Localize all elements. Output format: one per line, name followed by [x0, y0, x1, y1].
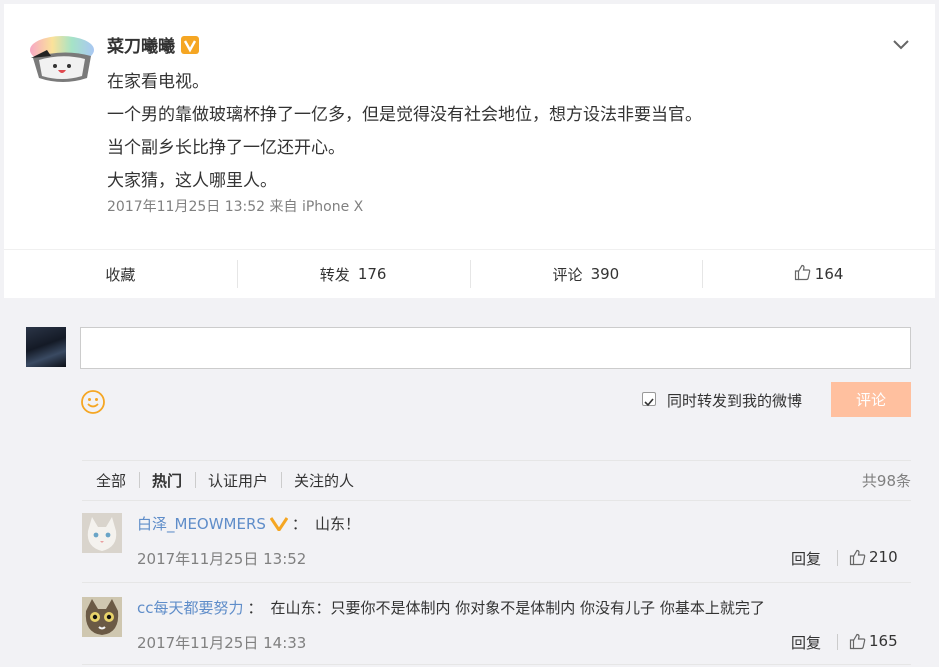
colon-separator: ：: [291, 515, 307, 533]
author-name-row: 菜刀曦曦: [107, 32, 199, 57]
chevron-down-icon[interactable]: [891, 34, 911, 54]
commenter-avatar[interactable]: [82, 597, 122, 637]
post-timestamp: 2017年11月25日 13:52 来自 iPhone X: [107, 199, 364, 215]
comment-total: 共98条: [861, 472, 911, 490]
tab-following[interactable]: 关注的人: [281, 470, 367, 491]
comment-filter-bar: 全部 热门 认证用户 关注的人 共98条: [82, 460, 911, 500]
comment-count: 390: [590, 265, 620, 283]
my-avatar[interactable]: [26, 327, 66, 367]
post-action-bar: 收藏 转发 176 评论 390 164: [4, 249, 935, 298]
post-line: 大家猜，这人哪里人。: [107, 171, 277, 191]
thumbs-up-icon: [794, 264, 811, 285]
reply-button[interactable]: 回复: [791, 548, 821, 569]
divider: [837, 634, 838, 650]
comment-input[interactable]: [80, 327, 911, 369]
forward-checkbox[interactable]: [642, 392, 656, 407]
comment-button[interactable]: 评论 390: [469, 260, 703, 288]
commenter-avatar[interactable]: [82, 513, 122, 553]
post-text: 在家看电视。 一个男的靠做玻璃杯挣了一亿多，但是觉得没有社会地位，想方设法非要当…: [107, 66, 702, 198]
tab-hot[interactable]: 热门: [139, 470, 195, 491]
comment-like-button[interactable]: 165: [849, 632, 898, 650]
comment-time: 2017年11月25日 13:52: [137, 550, 307, 568]
divider: [82, 664, 911, 665]
comment-item: cc每天都要努力 ： 在山东：只要你不是体制内 你对象不是体制内 你没有儿子 你…: [82, 597, 911, 657]
author-name[interactable]: 菜刀曦曦: [107, 32, 175, 57]
verified-badge-icon: [269, 516, 288, 531]
tab-verified-users[interactable]: 认证用户: [195, 470, 281, 491]
comment-like-count: 165: [869, 632, 898, 650]
tab-all[interactable]: 全部: [82, 470, 139, 491]
comment-like-count: 210: [869, 548, 898, 566]
comment-line: 白泽_MEOWMERS ： 山东！: [137, 513, 360, 534]
weibo-post-card: 菜刀曦曦 在家看电视。 一个男的靠做玻璃杯挣了一亿多，但是觉得没有社会地位，想方…: [4, 4, 935, 298]
collect-label: 收藏: [105, 265, 136, 284]
commenter-name[interactable]: 白泽_MEOWMERS: [137, 513, 266, 534]
comment-label: 评论: [552, 265, 583, 284]
checkmark-icon: [644, 398, 654, 407]
comment-time: 2017年11月25日 14:33: [137, 634, 307, 652]
forward-count: 176: [357, 265, 387, 283]
comment-text: 在山东：只要你不是体制内 你对象不是体制内 你没有儿子 你基本上就完了: [270, 599, 765, 617]
forward-label: 转发: [319, 265, 350, 284]
forward-checkbox-label[interactable]: 同时转发到我的微博: [667, 390, 802, 411]
divider: [837, 550, 838, 566]
forward-button[interactable]: 转发 176: [236, 260, 470, 288]
comment-like-button[interactable]: 210: [849, 548, 898, 566]
comment-item: 白泽_MEOWMERS ： 山东！ 2017年11月25日 13:52 回复 2…: [82, 513, 911, 573]
submit-comment-button[interactable]: 评论: [831, 382, 911, 417]
post-line: 一个男的靠做玻璃杯挣了一亿多，但是觉得没有社会地位，想方设法非要当官。: [107, 105, 702, 125]
collect-button[interactable]: 收藏: [4, 260, 237, 288]
colon-separator: ：: [247, 599, 263, 617]
like-button[interactable]: 164: [702, 260, 935, 288]
comment-text: 山东！: [314, 515, 360, 533]
commenter-name[interactable]: cc每天都要努力: [137, 597, 244, 618]
author-avatar[interactable]: [27, 32, 97, 86]
post-line: 当个副乡长比挣了一亿还开心。: [107, 138, 345, 158]
comment-line: cc每天都要努力 ： 在山东：只要你不是体制内 你对象不是体制内 你没有儿子 你…: [137, 597, 765, 618]
reply-button[interactable]: 回复: [791, 632, 821, 653]
smiley-icon[interactable]: [80, 389, 106, 415]
divider: [82, 500, 911, 501]
verified-badge-icon: [181, 35, 199, 54]
thumbs-up-icon: [849, 549, 866, 566]
like-count: 164: [814, 265, 844, 283]
thumbs-up-icon: [849, 633, 866, 650]
divider: [82, 582, 911, 583]
post-line: 在家看电视。: [107, 72, 209, 92]
